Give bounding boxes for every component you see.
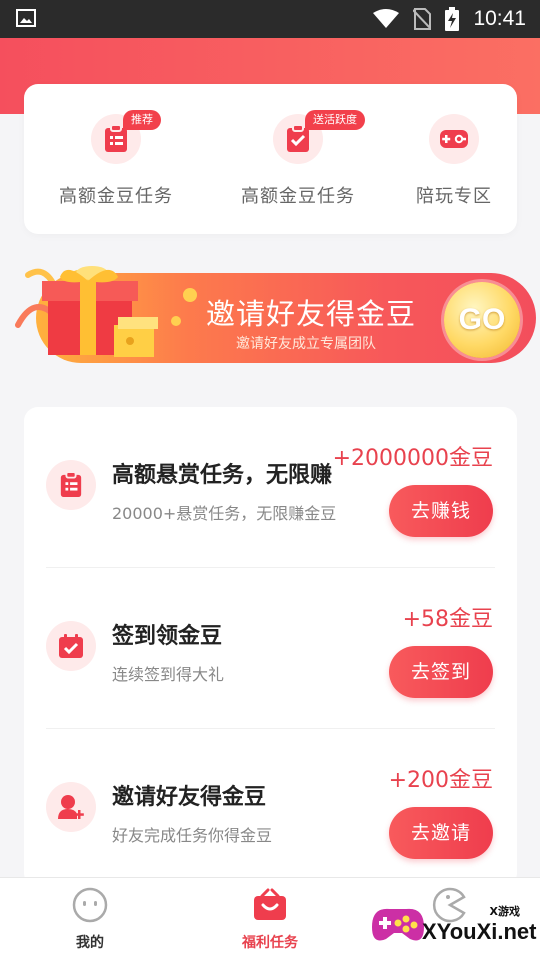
quick-action-label: 高额金豆任务 xyxy=(59,186,173,207)
add-user-icon xyxy=(58,795,84,819)
watermark: X游戏 XYouXi.net xyxy=(366,893,538,957)
task-row-bounty: 高额悬赏任务，无限赚 20000+悬赏任务，无限赚金豆 +2000000金豆 去… xyxy=(24,407,517,567)
status-time: 10:41 xyxy=(473,7,526,30)
no-sim-icon xyxy=(413,8,432,30)
task-description: 好友完成任务你得金豆 xyxy=(112,826,273,845)
nav-item-mine[interactable]: 我的 xyxy=(30,886,150,952)
nav-label: 福利任务 xyxy=(242,935,298,951)
nav-label: 我的 xyxy=(76,935,104,951)
task-list-card: 高额悬赏任务，无限赚 20000+悬赏任务，无限赚金豆 +2000000金豆 去… xyxy=(24,407,517,887)
task-title: 邀请好友得金豆 xyxy=(112,785,267,810)
quick-action-play-zone[interactable]: 陪玩专区 xyxy=(384,114,524,208)
checkin-button[interactable]: 去签到 xyxy=(389,646,493,698)
gallery-icon xyxy=(16,9,36,27)
basket-icon xyxy=(254,888,286,920)
quick-action-high-reward-activity[interactable]: 送活跃度 高额金豆任务 xyxy=(228,110,368,208)
earn-button[interactable]: 去赚钱 xyxy=(389,485,493,537)
recommend-badge: 推荐 xyxy=(123,110,161,130)
clipboard-list-icon xyxy=(60,472,82,497)
task-reward: +200金豆 xyxy=(388,768,493,793)
invite-button[interactable]: 去邀请 xyxy=(389,807,493,859)
watermark-small-text: X游戏 xyxy=(489,905,520,918)
calendar-check-icon xyxy=(59,634,83,658)
task-row-checkin: 签到领金豆 连续签到得大礼 +58金豆 去签到 xyxy=(24,568,517,728)
task-title: 高额悬赏任务，无限赚 xyxy=(112,463,333,488)
task-description: 连续签到得大礼 xyxy=(112,665,225,684)
gamepad-icon xyxy=(440,130,468,148)
nav-item-welfare-tasks[interactable]: 福利任务 xyxy=(210,886,330,952)
quick-actions-card: 推荐 高额金豆任务 送活跃度 高额金豆任务 陪玩专区 xyxy=(24,84,517,234)
task-row-invite: 邀请好友得金豆 好友完成任务你得金豆 +200金豆 去邀请 xyxy=(24,729,517,889)
watermark-text: XYouXi.net xyxy=(422,919,537,944)
watermark-logo-icon xyxy=(372,908,424,941)
invite-banner[interactable]: 邀请好友得金豆 邀请好友成立专属团队 GO xyxy=(14,255,536,375)
task-reward: +58金豆 xyxy=(402,607,493,632)
task-title: 签到领金豆 xyxy=(112,624,223,649)
face-icon xyxy=(72,887,108,923)
gift-box-icon xyxy=(15,266,197,357)
task-description: 20000+悬赏任务，无限赚金豆 xyxy=(112,504,337,523)
go-button[interactable]: GO xyxy=(444,282,520,358)
quick-action-label: 高额金豆任务 xyxy=(241,186,355,207)
quick-action-label: 陪玩专区 xyxy=(416,186,492,207)
invite-banner-subtitle: 邀请好友成立专属团队 xyxy=(236,336,376,352)
status-bar: 10:41 xyxy=(0,0,540,38)
activity-badge: 送活跃度 xyxy=(305,110,365,130)
quick-action-high-reward[interactable]: 推荐 高额金豆任务 xyxy=(46,110,186,208)
wifi-icon xyxy=(373,9,400,28)
battery-charging-icon xyxy=(445,7,460,31)
task-reward: +2000000金豆 xyxy=(332,446,493,471)
invite-banner-title: 邀请好友得金豆 xyxy=(206,297,417,331)
